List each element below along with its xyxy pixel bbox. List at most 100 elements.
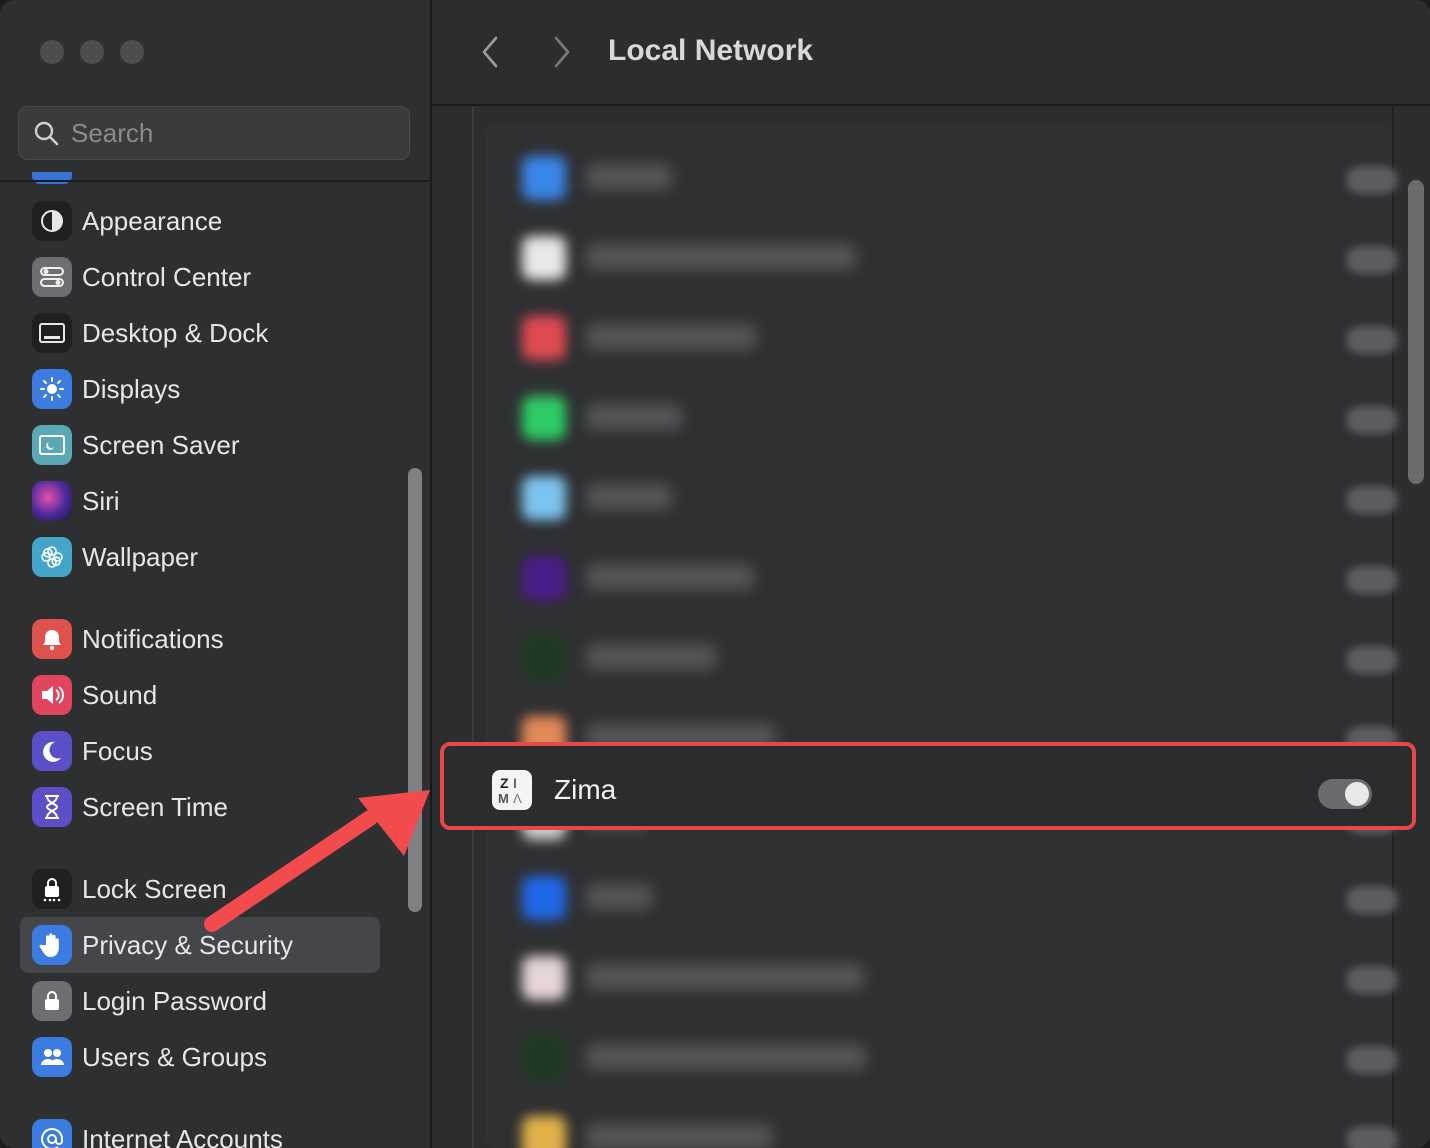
notifications-icon [32, 619, 72, 659]
app-name [586, 324, 756, 350]
zima-app-name: Zima [554, 774, 617, 805]
sidebar-item-appearance[interactable]: Appearance [20, 193, 380, 249]
content-pane: Local Network [432, 0, 1430, 1148]
users-icon [32, 1037, 72, 1077]
access-toggle[interactable] [1346, 166, 1398, 194]
sidebar-item-login-password[interactable]: Login Password [20, 973, 380, 1029]
access-toggle[interactable] [1346, 646, 1398, 674]
sidebar-item-displays[interactable]: Displays [20, 361, 380, 417]
access-toggle[interactable] [1346, 326, 1398, 354]
list-item[interactable] [486, 1020, 1398, 1100]
search-icon [34, 121, 59, 146]
sidebar-item-label: Notifications [82, 623, 224, 654]
app-name [586, 564, 754, 590]
app-icon [522, 1116, 566, 1148]
sidebar-item-label: Desktop & Dock [82, 317, 269, 348]
svg-text:Λ: Λ [513, 791, 522, 806]
focus-moon-icon [32, 731, 72, 771]
siri-icon [32, 481, 72, 521]
wallpaper-icon [32, 537, 72, 577]
sidebar-item-internet-accounts[interactable]: Internet Accounts [20, 1111, 380, 1148]
zoom-window-button[interactable] [120, 40, 144, 64]
screen-saver-icon [32, 425, 72, 465]
sidebar-scrollbar[interactable] [408, 468, 422, 912]
svg-text:Z: Z [500, 775, 509, 791]
app-name [586, 164, 672, 190]
toggle-knob [1345, 782, 1369, 806]
app-name [586, 884, 652, 910]
access-toggle[interactable] [1346, 566, 1398, 594]
sidebar-item-screen-saver[interactable]: Screen Saver [20, 417, 380, 473]
back-chevron-icon[interactable] [478, 34, 502, 70]
partial-icon [32, 172, 72, 184]
sidebar-item-label: Screen Time [82, 791, 228, 822]
page-title: Local Network [608, 34, 814, 67]
login-lock-icon [32, 981, 72, 1021]
app-list [486, 124, 1398, 1148]
access-toggle[interactable] [1346, 246, 1398, 274]
close-window-button[interactable] [40, 40, 64, 64]
sidebar-item-label: Screen Saver [82, 429, 240, 460]
list-left-border [472, 106, 474, 1148]
access-toggle[interactable] [1346, 1126, 1398, 1148]
sidebar-item-label: Control Center [82, 261, 252, 292]
sidebar-item-desktop-dock[interactable]: Desktop & Dock [20, 305, 380, 361]
app-name [586, 964, 864, 990]
sidebar-item-label: Focus [82, 735, 153, 766]
access-toggle[interactable] [1346, 486, 1398, 514]
sidebar-item-lock-screen[interactable]: Lock Screen [20, 861, 380, 917]
sidebar-item-label: Internet Accounts [82, 1123, 283, 1148]
list-item[interactable] [486, 860, 1398, 940]
zima-app-icon: Z I M Λ [492, 770, 532, 810]
zima-network-toggle[interactable] [1318, 779, 1372, 809]
list-item[interactable] [486, 140, 1398, 220]
content-scrollbar[interactable] [1408, 180, 1424, 484]
hourglass-icon [32, 787, 72, 827]
at-sign-icon [32, 1119, 72, 1148]
zima-list-item[interactable]: Z I M Λ Zima [440, 742, 1416, 830]
app-name [586, 644, 716, 670]
displays-icon [32, 369, 72, 409]
minimize-window-button[interactable] [80, 40, 104, 64]
sidebar-item-users-groups[interactable]: Users & Groups [20, 1029, 380, 1085]
forward-chevron-icon[interactable] [550, 34, 574, 70]
list-item[interactable] [486, 620, 1398, 700]
sidebar-item-label: Users & Groups [82, 1041, 267, 1072]
sidebar-item-privacy-security[interactable]: Privacy & Security [20, 917, 380, 973]
list-item[interactable] [486, 940, 1398, 1020]
app-icon [522, 636, 566, 680]
sidebar-item-screen-time[interactable]: Screen Time [20, 779, 380, 835]
list-item[interactable] [486, 460, 1398, 540]
app-name [586, 244, 856, 270]
list-item[interactable] [486, 1100, 1398, 1148]
sidebar-item-control-center[interactable]: Control Center [20, 249, 380, 305]
sidebar-item-label: Siri [82, 485, 120, 516]
svg-text:I: I [513, 775, 517, 791]
control-center-icon [32, 257, 72, 297]
search-field[interactable]: Search [18, 106, 410, 160]
list-item[interactable] [486, 380, 1398, 460]
app-icon [522, 316, 566, 360]
app-icon [522, 236, 566, 280]
sound-icon [32, 675, 72, 715]
app-icon [522, 556, 566, 600]
app-icon [522, 1036, 566, 1080]
access-toggle[interactable] [1346, 406, 1398, 434]
access-toggle[interactable] [1346, 1046, 1398, 1074]
settings-window: Search Appearance Control Center Desktop… [0, 0, 1430, 1148]
list-item[interactable] [486, 220, 1398, 300]
access-toggle[interactable] [1346, 966, 1398, 994]
sidebar-item-focus[interactable]: Focus [20, 723, 380, 779]
sidebar: Search Appearance Control Center Desktop… [0, 0, 432, 1148]
sidebar-item-siri[interactable]: Siri [20, 473, 380, 529]
svg-text:M: M [498, 791, 509, 806]
lock-screen-icon [32, 869, 72, 909]
window-controls [40, 40, 144, 64]
list-item[interactable] [486, 540, 1398, 620]
sidebar-item-sound[interactable]: Sound [20, 667, 380, 723]
sidebar-item-wallpaper[interactable]: Wallpaper [20, 529, 380, 585]
sidebar-item-notifications[interactable]: Notifications [20, 611, 380, 667]
access-toggle[interactable] [1346, 886, 1398, 914]
list-item[interactable] [486, 300, 1398, 380]
sidebar-item-label: Wallpaper [82, 541, 199, 572]
